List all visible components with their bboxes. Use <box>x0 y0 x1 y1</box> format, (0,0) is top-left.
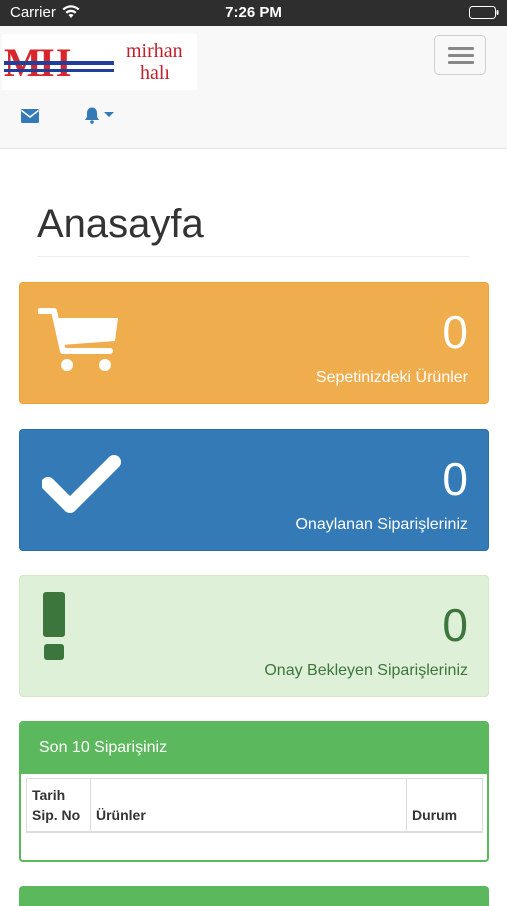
status-bar: Carrier 7:26 PM <box>0 0 507 26</box>
cart-count: 0 <box>442 306 468 358</box>
cart-icon <box>38 308 118 371</box>
recent-orders-panel: Son 10 Siparişiniz Tarih Sip. No Ürünler… <box>19 721 489 862</box>
table-header-row: Tarih Sip. No Ürünler Durum <box>26 778 483 833</box>
hamburger-icon <box>448 61 474 64</box>
brand-logo[interactable]: MH mirhan halı <box>2 34 197 90</box>
column-order-no: Sip. No <box>32 807 81 823</box>
approved-orders-panel[interactable]: 0 Onaylanan Siparişleriniz <box>19 429 489 551</box>
pending-count: 0 <box>442 599 468 651</box>
recent-orders-title: Son 10 Siparişiniz <box>39 739 168 756</box>
approved-label: Onaylanan Siparişleriniz <box>295 516 468 533</box>
bell-dropdown-icon[interactable] <box>84 106 116 124</box>
check-icon <box>42 455 121 513</box>
brand-line-1: mirhan <box>126 40 183 62</box>
pending-label: Onay Bekleyen Siparişleriniz <box>264 662 468 679</box>
hamburger-icon <box>448 47 474 50</box>
column-products[interactable]: Ürünler <box>90 778 407 833</box>
cart-summary-panel[interactable]: 0 Sepetinizdeki Ürünler <box>19 282 489 404</box>
column-date-orderno[interactable]: Tarih Sip. No <box>26 778 91 833</box>
exclamation-icon <box>43 592 65 660</box>
pending-orders-panel[interactable]: 0 Onay Bekleyen Siparişleriniz <box>19 575 489 697</box>
nav-icon-bar <box>0 106 507 136</box>
hamburger-icon <box>448 54 474 57</box>
column-date: Tarih <box>32 787 66 803</box>
brand-name: mirhan halı <box>126 40 183 84</box>
clock: 7:26 PM <box>225 4 282 21</box>
approved-count: 0 <box>442 453 468 505</box>
menu-toggle-button[interactable] <box>434 35 486 75</box>
recent-orders-table: Tarih Sip. No Ürünler Durum <box>26 778 483 833</box>
column-status[interactable]: Durum <box>406 778 483 833</box>
next-panel-header <box>19 886 489 906</box>
navbar: MH mirhan halı <box>0 26 507 149</box>
page-title: Anasayfa <box>37 202 204 246</box>
battery-icon <box>469 6 499 19</box>
brand-line-2: halı <box>140 62 170 84</box>
recent-orders-header: Son 10 Siparişiniz <box>21 723 487 774</box>
cart-label: Sepetinizdeki Ürünler <box>315 369 468 386</box>
title-divider <box>37 256 469 257</box>
envelope-icon[interactable] <box>21 109 39 123</box>
logo-mark: MH <box>4 48 114 78</box>
